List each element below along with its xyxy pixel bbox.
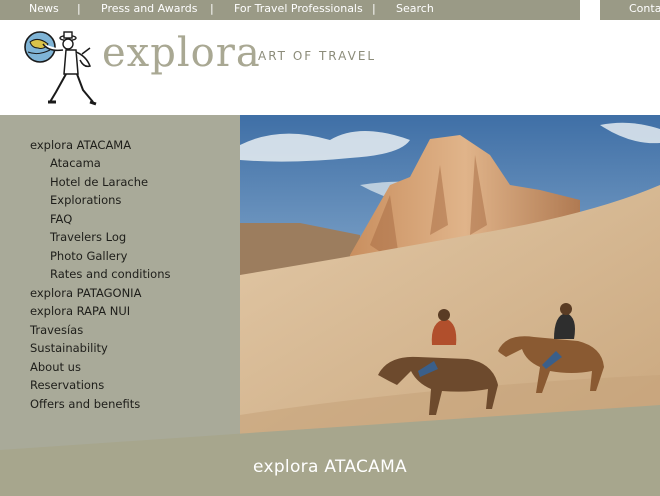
sidebar-item-explorations[interactable]: Explorations	[50, 193, 121, 207]
explorer-logo-icon[interactable]	[22, 30, 100, 110]
sidebar-item-photo-gallery[interactable]: Photo Gallery	[50, 249, 127, 263]
sidebar-item-hotel-de-larache[interactable]: Hotel de Larache	[50, 175, 148, 189]
brand-wordmark[interactable]: explora	[102, 30, 261, 76]
nav-contact-tab[interactable]: Conta	[600, 0, 660, 20]
nav-separator: |	[372, 2, 376, 15]
sidebar-item-about-us[interactable]: About us	[30, 360, 81, 374]
sidebar-item-explora-rapa-nui[interactable]: explora RAPA NUI	[30, 304, 130, 318]
footer-title: explora ATACAMA	[253, 457, 407, 477]
sidebar-item-travesias[interactable]: Travesías	[30, 323, 83, 337]
hero-photo-horseback-desert	[240, 115, 660, 435]
nav-travel-pros-link[interactable]: For Travel Professionals	[234, 0, 363, 20]
footer-band	[0, 405, 660, 496]
nav-separator: |	[210, 2, 214, 15]
nav-contact-link[interactable]: Conta	[629, 0, 660, 20]
sidebar-item-explora-atacama[interactable]: explora ATACAMA	[30, 138, 131, 152]
sidebar-item-rates-and-conditions[interactable]: Rates and conditions	[50, 267, 170, 281]
brand-tagline: ART OF TRAVEL	[258, 49, 377, 63]
sidebar-item-travelers-log[interactable]: Travelers Log	[50, 230, 126, 244]
sidebar-item-sustainability[interactable]: Sustainability	[30, 341, 108, 355]
nav-press-link[interactable]: Press and Awards	[101, 0, 198, 20]
sidebar-item-atacama[interactable]: Atacama	[50, 156, 101, 170]
nav-news-link[interactable]: News	[29, 0, 59, 20]
sidebar-nav: explora ATACAMA Atacama Hotel de Larache…	[0, 115, 240, 455]
sidebar-item-reservations[interactable]: Reservations	[30, 378, 104, 392]
nav-search-link[interactable]: Search	[396, 0, 434, 20]
sidebar-item-explora-patagonia[interactable]: explora PATAGONIA	[30, 286, 141, 300]
sidebar-item-faq[interactable]: FAQ	[50, 212, 72, 226]
nav-separator: |	[77, 2, 81, 15]
